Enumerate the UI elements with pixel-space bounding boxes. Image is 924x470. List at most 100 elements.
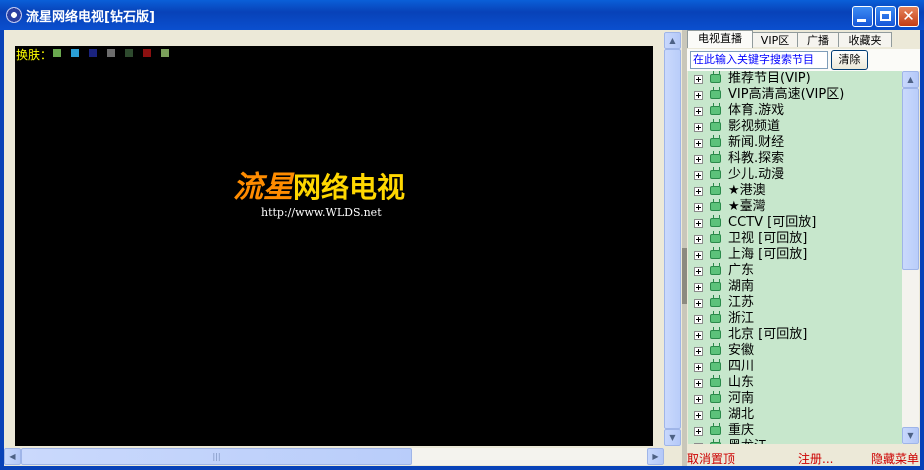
tree-item[interactable]: 体育.游戏 — [688, 103, 902, 119]
tv-icon — [710, 346, 721, 355]
expand-icon[interactable] — [694, 171, 703, 180]
tree-item[interactable]: 广东 — [688, 263, 902, 279]
expand-icon[interactable] — [694, 235, 703, 244]
video-horizontal-scrollbar[interactable]: ◀ ||| ▶ — [4, 448, 664, 465]
tree-item[interactable]: ★港澳 — [688, 183, 902, 199]
tree-item[interactable]: VIP高清高速(VIP区) — [688, 87, 902, 103]
tv-icon — [710, 426, 721, 435]
expand-icon[interactable] — [694, 299, 703, 308]
expand-icon[interactable] — [694, 395, 703, 404]
expand-icon[interactable] — [694, 267, 703, 276]
expand-icon[interactable] — [694, 443, 703, 444]
maximize-button[interactable] — [875, 6, 896, 27]
tree-item[interactable]: 少儿.动漫 — [688, 167, 902, 183]
scroll-right-button[interactable]: ▶ — [647, 448, 664, 465]
tv-icon — [710, 362, 721, 371]
tree-item[interactable]: 四川 — [688, 359, 902, 375]
tree-item-label: 浙江 — [728, 311, 755, 326]
skin-swatch-7[interactable] — [161, 49, 169, 57]
video-vertical-scrollbar[interactable]: ▲ ▼ — [664, 32, 681, 446]
tree-item-label: 广东 — [728, 263, 755, 278]
tree-item[interactable]: 山东 — [688, 375, 902, 391]
tree-item-label: 体育.游戏 — [728, 103, 785, 118]
video-area[interactable]: 换肤： 流星网络电视 http://www.WLDS.net — [15, 46, 653, 446]
tree-vertical-scrollbar[interactable]: ▲ ▼ — [902, 71, 919, 444]
tree-item[interactable]: 影视频道 — [688, 119, 902, 135]
tree-item[interactable]: 黑龙江 — [688, 439, 902, 444]
tree-item[interactable]: 浙江 — [688, 311, 902, 327]
tree-item-label: 重庆 — [728, 423, 755, 438]
expand-icon[interactable] — [694, 411, 703, 420]
expand-icon[interactable] — [694, 379, 703, 388]
skin-swatch-4[interactable] — [107, 49, 115, 57]
expand-icon[interactable] — [694, 107, 703, 116]
expand-icon[interactable] — [694, 219, 703, 228]
skin-swatch-3[interactable] — [89, 49, 97, 57]
expand-icon[interactable] — [694, 139, 703, 148]
tree-item[interactable]: 新闻.财经 — [688, 135, 902, 151]
scroll-thumb-horizontal[interactable]: ||| — [21, 448, 412, 465]
expand-icon[interactable] — [694, 123, 703, 132]
tab-radio[interactable]: 广播 — [797, 32, 839, 47]
expand-icon[interactable] — [694, 203, 703, 212]
tree-item-label: ★港澳 — [728, 183, 766, 198]
expand-icon[interactable] — [694, 331, 703, 340]
logo-part-1: 流星 — [233, 170, 293, 205]
tree-item-label: 上海 [可回放] — [728, 247, 808, 262]
scroll-left-button[interactable]: ◀ — [4, 448, 21, 465]
close-button[interactable]: ✕ — [898, 6, 919, 27]
tree-item[interactable]: 河南 — [688, 391, 902, 407]
tree-scroll-up-button[interactable]: ▲ — [902, 71, 919, 88]
skin-swatch-6[interactable] — [143, 49, 151, 57]
tree-item[interactable]: 安徽 — [688, 343, 902, 359]
tab-favorites[interactable]: 收藏夹 — [838, 32, 892, 47]
expand-icon[interactable] — [694, 347, 703, 356]
expand-icon[interactable] — [694, 187, 703, 196]
expand-icon[interactable] — [694, 75, 703, 84]
tree-item[interactable]: CCTV [可回放] — [688, 215, 902, 231]
tree-item[interactable]: 湖南 — [688, 279, 902, 295]
skin-swatch-1[interactable] — [53, 49, 61, 57]
tree-item[interactable]: 卫视 [可回放] — [688, 231, 902, 247]
tree-item[interactable]: 上海 [可回放] — [688, 247, 902, 263]
tree-scroll-down-button[interactable]: ▼ — [902, 427, 919, 444]
tree-item-label: 山东 — [728, 375, 755, 390]
tv-icon — [710, 442, 721, 444]
tab-vip[interactable]: VIP区 — [752, 32, 798, 47]
tab-live-tv[interactable]: 电视直播 — [687, 30, 753, 48]
tree-item[interactable]: 科教.探索 — [688, 151, 902, 167]
scroll-thumb[interactable] — [664, 49, 681, 429]
tree-item[interactable]: 推荐节目(VIP) — [688, 71, 902, 87]
tree-item-label: 少儿.动漫 — [728, 167, 785, 182]
tree-item-label: ★臺灣 — [728, 199, 766, 214]
skin-swatch-2[interactable] — [71, 49, 79, 57]
tree-scroll-thumb[interactable] — [902, 88, 919, 270]
expand-icon[interactable] — [694, 91, 703, 100]
expand-icon[interactable] — [694, 315, 703, 324]
tree-item[interactable]: 重庆 — [688, 423, 902, 439]
scroll-up-button[interactable]: ▲ — [664, 32, 681, 49]
expand-icon[interactable] — [694, 251, 703, 260]
expand-icon[interactable] — [694, 363, 703, 372]
title-bar[interactable]: 流星网络电视[钻石版] ✕ — [0, 0, 924, 30]
scroll-down-button[interactable]: ▼ — [664, 429, 681, 446]
window-title: 流星网络电视[钻石版] — [26, 10, 155, 25]
minimize-button[interactable] — [852, 6, 873, 27]
tree-item[interactable]: 北京 [可回放] — [688, 327, 902, 343]
expand-icon[interactable] — [694, 427, 703, 436]
expand-icon[interactable] — [694, 283, 703, 292]
hide-menu-link[interactable]: 隐藏菜单 — [871, 450, 919, 467]
clear-button[interactable]: 清除 — [831, 50, 868, 70]
channel-tree[interactable]: 推荐节目(VIP) VIP高清高速(VIP区) 体育.游戏 影视频道 新闻.财经 科教.探… — [688, 71, 902, 444]
expand-icon[interactable] — [694, 155, 703, 164]
register-link[interactable]: 注册... — [798, 450, 833, 467]
search-input[interactable]: 在此输入关键字搜索节目 — [690, 51, 828, 69]
tv-icon — [710, 218, 721, 227]
tree-item[interactable]: 湖北 — [688, 407, 902, 423]
tree-item-label: 湖北 — [728, 407, 755, 422]
channel-panel: 电视直播 VIP区 广播 收藏夹 在此输入关键字搜索节目 清除 推荐节目(VIP… — [687, 30, 920, 466]
unpin-link[interactable]: 取消置顶 — [687, 450, 735, 467]
skin-swatch-5[interactable] — [125, 49, 133, 57]
tree-item[interactable]: ★臺灣 — [688, 199, 902, 215]
tree-item[interactable]: 江苏 — [688, 295, 902, 311]
